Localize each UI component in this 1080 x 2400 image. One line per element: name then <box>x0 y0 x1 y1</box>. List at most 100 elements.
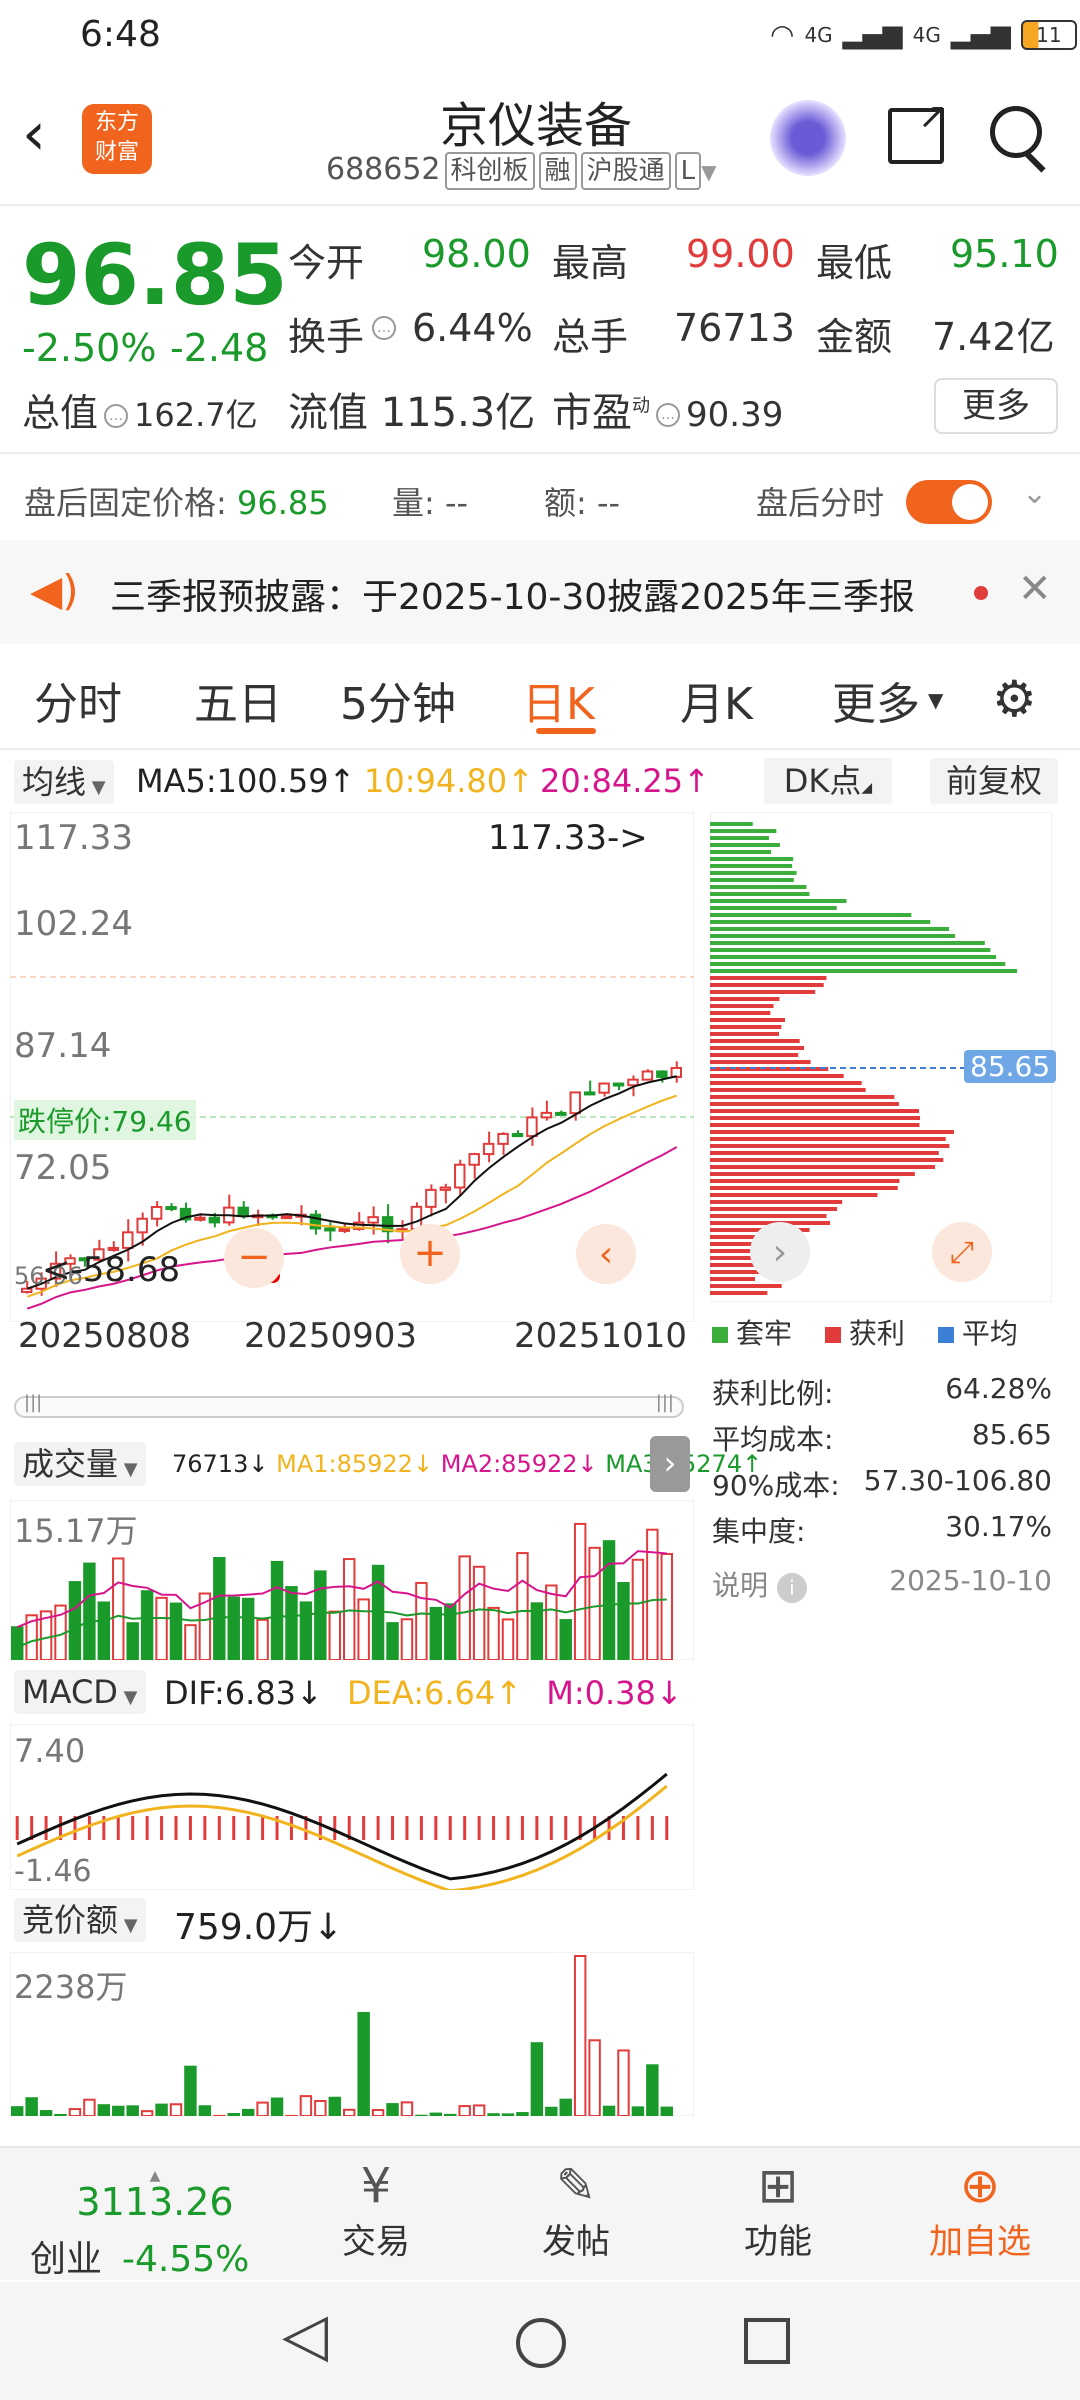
search-icon[interactable] <box>990 106 1042 158</box>
chip-bar <box>710 1053 799 1057</box>
auction-bar <box>140 2110 154 2116</box>
candle <box>237 1206 249 1217</box>
chevron-down-icon[interactable]: ⌄ <box>1022 476 1047 511</box>
chip-bar <box>710 962 1006 966</box>
nav-home-icon[interactable] <box>516 2318 566 2368</box>
volume-top-label: 15.17万 <box>14 1512 138 1550</box>
candle <box>569 1091 581 1115</box>
macd-select[interactable]: MACD ▼ <box>14 1670 146 1714</box>
chip-bar <box>710 1179 900 1183</box>
candle <box>583 1091 596 1096</box>
candle <box>497 1132 509 1145</box>
chip-bar <box>710 955 997 959</box>
kline-chart[interactable]: − + ‹ <box>10 812 694 1322</box>
wifi-icon: ◠ <box>770 18 795 51</box>
chip-bar <box>710 836 769 840</box>
volume-bar <box>617 1582 630 1660</box>
tab-more[interactable]: 更多 <box>832 668 920 732</box>
auction-bar <box>169 2103 183 2116</box>
chip-bar <box>710 1277 756 1281</box>
more-button[interactable]: 更多 <box>934 378 1058 434</box>
candle <box>194 1216 206 1221</box>
chip-bar <box>710 990 816 994</box>
auction-bar <box>559 2098 572 2116</box>
candle <box>656 1070 668 1078</box>
volume-bar <box>68 1581 82 1660</box>
volume-bar <box>314 1570 327 1660</box>
chip-bar <box>710 1088 866 1092</box>
index-widget[interactable]: ▲ 3113.26 创业 -4.55% <box>30 2168 280 2282</box>
signal-icon: 4G <box>804 22 833 47</box>
candle <box>511 1132 524 1138</box>
chip-bar <box>710 1130 954 1134</box>
assistant-avatar[interactable] <box>770 100 846 176</box>
close-icon[interactable]: ✕ <box>1018 566 1052 612</box>
volume-bar <box>501 1618 515 1660</box>
auction-bar <box>472 2104 486 2116</box>
ma-type-select[interactable]: 均线 ▼ <box>14 760 114 804</box>
market-cap: 总值… 162.7亿 <box>22 391 258 435</box>
chip-bar <box>710 843 780 847</box>
chip-bar <box>710 976 827 980</box>
volume-select[interactable]: 成交量 ▼ <box>14 1442 146 1486</box>
volume-bar <box>573 1522 587 1660</box>
info-icon[interactable]: i <box>776 1573 807 1603</box>
chip-bar <box>710 850 772 854</box>
pe-ratio: 市盈动… 90.39 <box>552 390 784 436</box>
chip-bar <box>710 1193 878 1197</box>
plus-circle-icon: ⊕ <box>959 2158 1001 2214</box>
add-watchlist-button[interactable]: ⊕ 加自选 <box>890 2158 1070 2263</box>
ma20-value: 20:84.25↑ <box>540 762 710 800</box>
tab-intraday[interactable]: 分时 <box>34 668 122 732</box>
chip-bar <box>710 906 837 910</box>
after-hours-toggle[interactable] <box>906 480 992 524</box>
range-scrollbar[interactable]: ||| ||| <box>14 1392 684 1418</box>
functions-button[interactable]: ⊞ 功能 <box>688 2158 868 2263</box>
trade-button[interactable]: ¥ 交易 <box>286 2158 466 2263</box>
auction-bar <box>155 2103 168 2116</box>
share-icon[interactable]: ↗ <box>888 96 948 164</box>
candle <box>468 1153 480 1166</box>
chip-bar <box>710 1025 782 1029</box>
post-button[interactable]: ✎ 发帖 <box>486 2158 666 2263</box>
cost-price-badge: 85.65 <box>964 1050 1057 1083</box>
chip-bar <box>710 1046 805 1050</box>
volume-bar <box>112 1557 125 1660</box>
chip-bar <box>710 857 794 861</box>
volume-bar <box>545 1584 558 1660</box>
gear-icon[interactable]: ⚙ <box>992 670 1037 728</box>
auction-bar <box>126 2105 139 2116</box>
dk-button[interactable]: DK点◢ <box>764 758 892 804</box>
chip-bar <box>710 1074 844 1078</box>
notice-text[interactable]: 三季报预披露：于2025-10-30披露2025年三季报 <box>110 568 915 620</box>
volume-bar <box>184 1624 197 1660</box>
auction-bar <box>68 2108 82 2116</box>
app-logo: 东方 财富 <box>82 104 152 174</box>
tab-five-day[interactable]: 五日 <box>194 668 282 732</box>
back-icon[interactable]: ‹ <box>22 104 46 164</box>
svg-text:›: › <box>773 1232 787 1273</box>
volume-bar <box>227 1596 240 1660</box>
candle <box>555 1111 567 1116</box>
adjust-button[interactable]: 前复权 <box>930 758 1058 804</box>
volume-bar <box>285 1586 298 1660</box>
candle <box>280 1215 293 1220</box>
auction-select[interactable]: 竞价额 ▼ <box>14 1898 146 1942</box>
auction-bar <box>631 2106 645 2116</box>
divider <box>0 452 1080 454</box>
chip-bar <box>710 899 847 903</box>
auction-bar <box>400 2101 414 2116</box>
tab-daily-k[interactable]: 日K <box>522 668 595 732</box>
chip-bar <box>710 1123 920 1127</box>
chip-bar <box>710 1144 950 1148</box>
nav-recent-icon[interactable] <box>744 2318 790 2364</box>
tab-more-arrow-icon: ▼ <box>928 688 944 712</box>
volume-bar <box>415 1581 428 1660</box>
nav-back-icon[interactable]: ◁ <box>282 2300 328 2370</box>
divider <box>0 204 1080 206</box>
tab-monthly-k[interactable]: 月K <box>680 668 753 732</box>
tab-5min[interactable]: 5分钟 <box>340 668 456 732</box>
auction-bar <box>328 2096 341 2116</box>
expand-arrow-button[interactable]: › <box>650 1436 690 1492</box>
y-label-4: 72.05 <box>14 1148 112 1188</box>
